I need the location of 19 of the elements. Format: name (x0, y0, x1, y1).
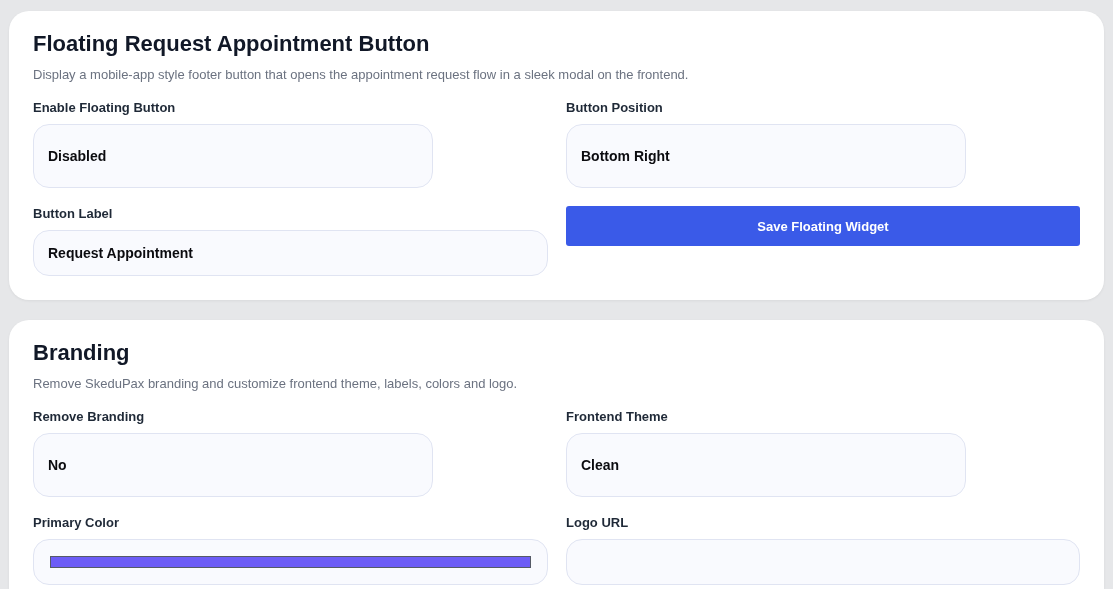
select-field[interactable]: Disabled (33, 124, 433, 188)
field-label: Enable Floating Button (33, 100, 176, 116)
field-label: Button Position (566, 100, 663, 116)
section-title: Branding (33, 340, 131, 366)
select-field[interactable]: Clean (566, 433, 966, 497)
save-button[interactable]: Save Floating Widget (566, 206, 1080, 246)
select-field[interactable]: No (33, 433, 433, 497)
section-description: Display a mobile-app style footer button that opens the appointment request flow in a sleek modal on the frontend. (33, 66, 690, 84)
field-label: Button Label (33, 206, 113, 222)
section-title: Floating Request Appointment Button (33, 31, 431, 57)
select-field[interactable]: Bottom Right (566, 124, 966, 188)
input-field[interactable]: Request Appointment (33, 230, 548, 276)
field-label: Frontend Theme (566, 409, 668, 425)
input-field[interactable] (566, 539, 1080, 585)
section-description: Remove SkeduPax branding and customize frontend theme, labels, colors and logo. (33, 375, 519, 393)
field-label: Logo URL (566, 515, 629, 531)
field-label: Remove Branding (33, 409, 145, 425)
color-field[interactable] (33, 539, 548, 585)
field-label: Primary Color (33, 515, 119, 531)
